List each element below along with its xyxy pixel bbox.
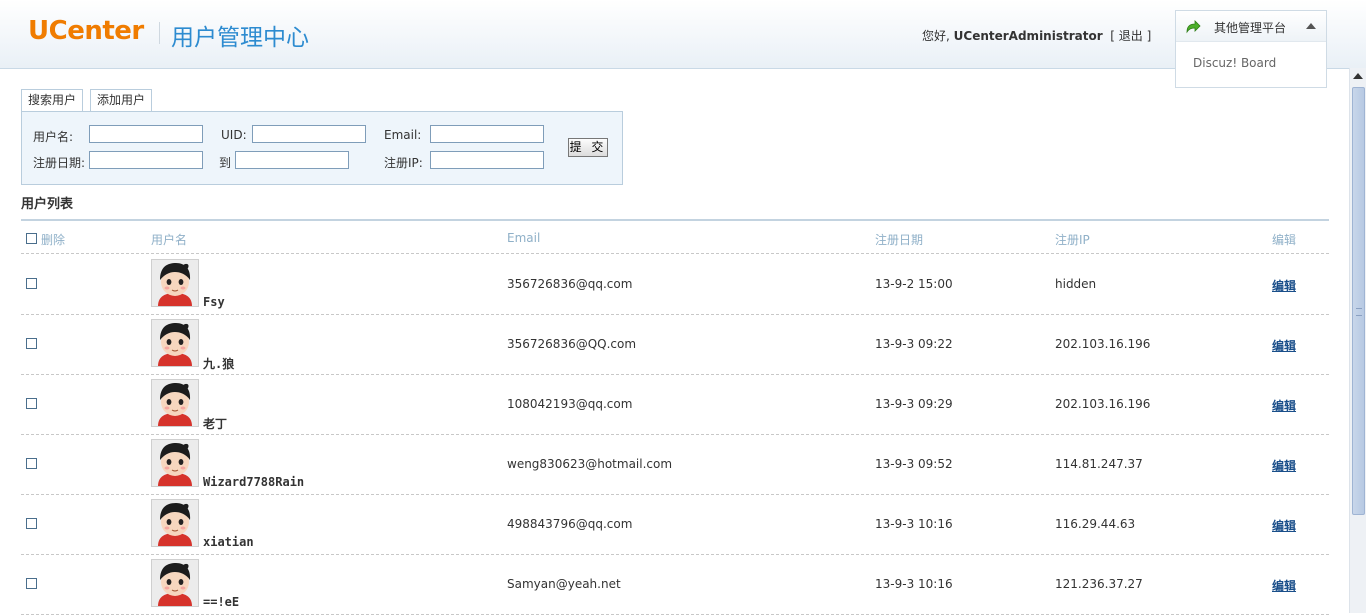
platform-dropdown-header[interactable]: 其他管理平台 xyxy=(1176,11,1326,42)
vertical-scrollbar[interactable] xyxy=(1349,68,1366,613)
tab-add-user[interactable]: 添加用户 xyxy=(90,89,153,111)
user-email: 356726836@qq.com xyxy=(507,277,633,291)
col-email: Email xyxy=(507,231,541,245)
user-regdate: 13-9-2 15:00 xyxy=(875,277,953,291)
user-regip: 116.29.44.63 xyxy=(1055,517,1136,531)
email-label: Email: xyxy=(384,128,422,142)
logo-divider xyxy=(159,22,160,44)
user-regip: 121.236.37.27 xyxy=(1055,577,1143,591)
caret-up-icon xyxy=(1306,23,1316,29)
edit-link[interactable]: 编辑 xyxy=(1272,277,1296,294)
row-delete-checkbox[interactable] xyxy=(26,398,37,409)
col-username: 用户名 xyxy=(151,233,188,247)
user-regip: 114.81.247.37 xyxy=(1055,457,1143,471)
edit-link[interactable]: 编辑 xyxy=(1272,457,1296,474)
row-delete-checkbox[interactable] xyxy=(26,278,37,289)
avatar xyxy=(151,379,199,427)
user-email: 108042193@qq.com xyxy=(507,397,633,411)
table-header-row xyxy=(21,222,1329,254)
user-regip: 202.103.16.196 xyxy=(1055,397,1151,411)
uid-input[interactable] xyxy=(252,125,366,143)
user-regdate: 13-9-3 10:16 xyxy=(875,517,953,531)
platform-label: 其他管理平台 xyxy=(1214,21,1287,35)
user-greeting: 您好, UCenterAdministrator [ 退出 ] xyxy=(922,27,1151,44)
user-email: Samyan@yeah.net xyxy=(507,577,621,591)
scrollbar-thumb[interactable] xyxy=(1352,87,1365,515)
user-regdate: 13-9-3 10:16 xyxy=(875,577,953,591)
user-regdate: 13-9-3 09:29 xyxy=(875,397,953,411)
greeting-text: 您好, xyxy=(922,29,950,43)
user-regdate: 13-9-3 09:22 xyxy=(875,337,953,351)
platform-item-discuz[interactable]: Discuz! Board xyxy=(1193,56,1276,70)
user-name: 老丁 xyxy=(203,417,228,431)
col-regip: 注册IP xyxy=(1055,233,1090,247)
forward-arrow-icon xyxy=(1186,20,1201,34)
top-header: UCenter 用户管理中心 您好, UCenterAdministrator … xyxy=(0,0,1366,69)
list-title: 用户列表 xyxy=(21,197,74,212)
grip-icon xyxy=(1356,308,1362,316)
to-label: 到 xyxy=(219,156,232,170)
regip-input[interactable] xyxy=(430,151,544,169)
select-all-checkbox[interactable] xyxy=(26,233,37,244)
user-regdate: 13-9-3 09:52 xyxy=(875,457,953,471)
row-delete-checkbox[interactable] xyxy=(26,458,37,469)
scroll-up-icon[interactable] xyxy=(1353,73,1363,79)
col-delete: 删除 xyxy=(41,233,66,247)
submit-button[interactable]: 提 交 xyxy=(568,138,608,157)
ucenter-logo: UCenter xyxy=(28,16,144,46)
edit-link[interactable]: 编辑 xyxy=(1272,517,1296,534)
user-name: 九.狼 xyxy=(203,357,235,371)
uid-label: UID: xyxy=(221,128,247,142)
avatar xyxy=(151,559,199,607)
row-delete-checkbox[interactable] xyxy=(26,578,37,589)
regdate-label: 注册日期: xyxy=(33,156,86,170)
avatar xyxy=(151,499,199,547)
username-label: 用户名: xyxy=(33,130,74,144)
logout-link[interactable]: [ 退出 ] xyxy=(1110,29,1151,43)
user-email: 356726836@QQ.com xyxy=(507,337,637,351)
row-delete-checkbox[interactable] xyxy=(26,338,37,349)
regdate-from-input[interactable] xyxy=(89,151,203,169)
edit-link[interactable]: 编辑 xyxy=(1272,397,1296,414)
current-username: UCenterAdministrator xyxy=(953,29,1103,43)
edit-link[interactable]: 编辑 xyxy=(1272,577,1296,594)
search-form: 用户名: UID: Email: 注册日期: 到 注册IP: 提 交 xyxy=(21,111,623,185)
user-name: Wizard7788Rain xyxy=(203,475,305,489)
user-regip: 202.103.16.196 xyxy=(1055,337,1151,351)
user-email: weng830623@hotmail.com xyxy=(507,457,673,471)
list-divider xyxy=(21,219,1329,221)
regip-label: 注册IP: xyxy=(384,156,423,170)
avatar xyxy=(151,259,199,307)
platform-dropdown[interactable]: 其他管理平台 Discuz! Board xyxy=(1175,10,1327,88)
username-input[interactable] xyxy=(89,125,203,143)
page-title: 用户管理中心 xyxy=(171,25,309,51)
avatar xyxy=(151,439,199,487)
tab-search-users[interactable]: 搜索用户 xyxy=(21,89,84,111)
col-regdate: 注册日期 xyxy=(875,233,924,247)
row-delete-checkbox[interactable] xyxy=(26,518,37,529)
user-name: xiatian xyxy=(203,535,254,549)
user-name: ==!eE xyxy=(203,595,240,609)
regdate-to-input[interactable] xyxy=(235,151,349,169)
user-email: 498843796@qq.com xyxy=(507,517,633,531)
avatar xyxy=(151,319,199,367)
edit-link[interactable]: 编辑 xyxy=(1272,337,1296,354)
col-edit: 编辑 xyxy=(1272,233,1297,247)
user-regip: hidden xyxy=(1055,277,1097,291)
email-input[interactable] xyxy=(430,125,544,143)
user-name: Fsy xyxy=(203,295,225,309)
